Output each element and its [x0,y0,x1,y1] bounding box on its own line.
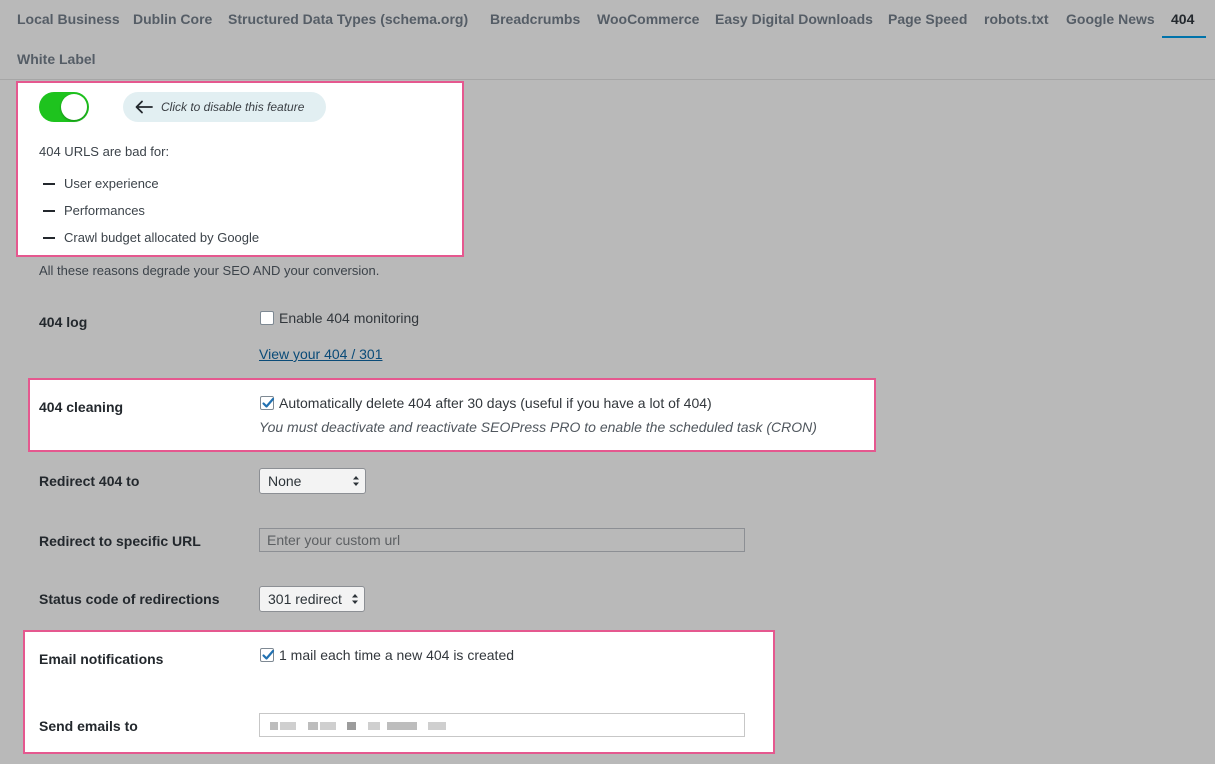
reasons-conclusion: All these reasons degrade your SEO AND y… [39,263,380,278]
select-arrows-icon [352,594,358,604]
toggle-hint: Click to disable this feature [123,92,326,122]
redirect-select-value: None [268,473,302,489]
enable-404-monitoring-label: Enable 404 monitoring [279,310,420,326]
auto-delete-404-checkbox[interactable] [260,396,275,410]
tab-google-news[interactable]: Google News [1066,10,1155,28]
cleaning-description: You must deactivate and reactivate SEOPr… [259,419,817,435]
log-label: 404 log [39,314,88,330]
settings-tabs: Local Business Dublin Core Structured Da… [0,0,1215,80]
send-emails-to-label: Send emails to [39,718,138,734]
email-notification-checkbox[interactable] [260,648,275,662]
reason-item: User experience [64,176,159,191]
status-code-label: Status code of redirections [39,591,220,607]
redacted-text [320,722,336,730]
redacted-text [428,722,446,730]
redacted-text [368,722,380,730]
select-arrows-icon [353,476,359,486]
reason-item: Performances [64,203,145,218]
redirect-url-label: Redirect to specific URL [39,533,201,549]
checkmark-icon [262,649,275,660]
tab-structured-data-types[interactable]: Structured Data Types (schema.org) [228,10,468,28]
view-404-301-link[interactable]: View your 404 / 301 [259,346,383,362]
redacted-text [347,722,356,730]
redirect-select[interactable]: None [259,468,366,494]
active-tab-indicator [1162,36,1206,38]
tab-breadcrumbs[interactable]: Breadcrumbs [490,10,580,28]
tab-local-business[interactable]: Local Business [17,10,120,28]
redacted-text [270,722,278,730]
email-notification-checkbox-label: 1 mail each time a new 404 is created [279,647,515,663]
cleaning-panel [28,378,876,452]
email-notifications-label: Email notifications [39,651,164,667]
tab-woocommerce[interactable]: WooCommerce [597,10,699,28]
tab-404[interactable]: 404 [1171,10,1194,28]
reasons-intro: 404 URLS are bad for: [39,144,170,159]
send-emails-to-input[interactable] [259,713,745,737]
tab-page-speed[interactable]: Page Speed [888,10,967,28]
redirect-url-placeholder: Enter your custom url [267,532,401,548]
redirect-url-input[interactable]: Enter your custom url [259,528,745,552]
toggle-hint-text: Click to disable this feature [161,100,305,114]
dash-bullet [43,183,55,185]
toggle-knob [61,94,87,120]
status-code-select-value: 301 redirect [268,591,342,607]
feature-toggle[interactable] [39,92,89,122]
arrow-left-icon [135,100,153,114]
enable-404-monitoring-checkbox[interactable] [260,311,274,325]
redirect-label: Redirect 404 to [39,473,140,489]
auto-delete-404-label: Automatically delete 404 after 30 days (… [279,395,712,411]
tab-dublin-core[interactable]: Dublin Core [133,10,212,28]
redacted-text [280,722,296,730]
reason-item: Crawl budget allocated by Google [64,230,260,245]
dash-bullet [43,237,55,239]
tab-robots-txt[interactable]: robots.txt [984,10,1049,28]
redacted-text [308,722,318,730]
checkmark-icon [262,397,275,408]
status-code-select[interactable]: 301 redirect [259,586,365,612]
tab-easy-digital-downloads[interactable]: Easy Digital Downloads [715,10,873,28]
dash-bullet [43,210,55,212]
cleaning-label: 404 cleaning [39,399,124,415]
tab-white-label[interactable]: White Label [17,50,96,68]
redacted-text [387,722,417,730]
